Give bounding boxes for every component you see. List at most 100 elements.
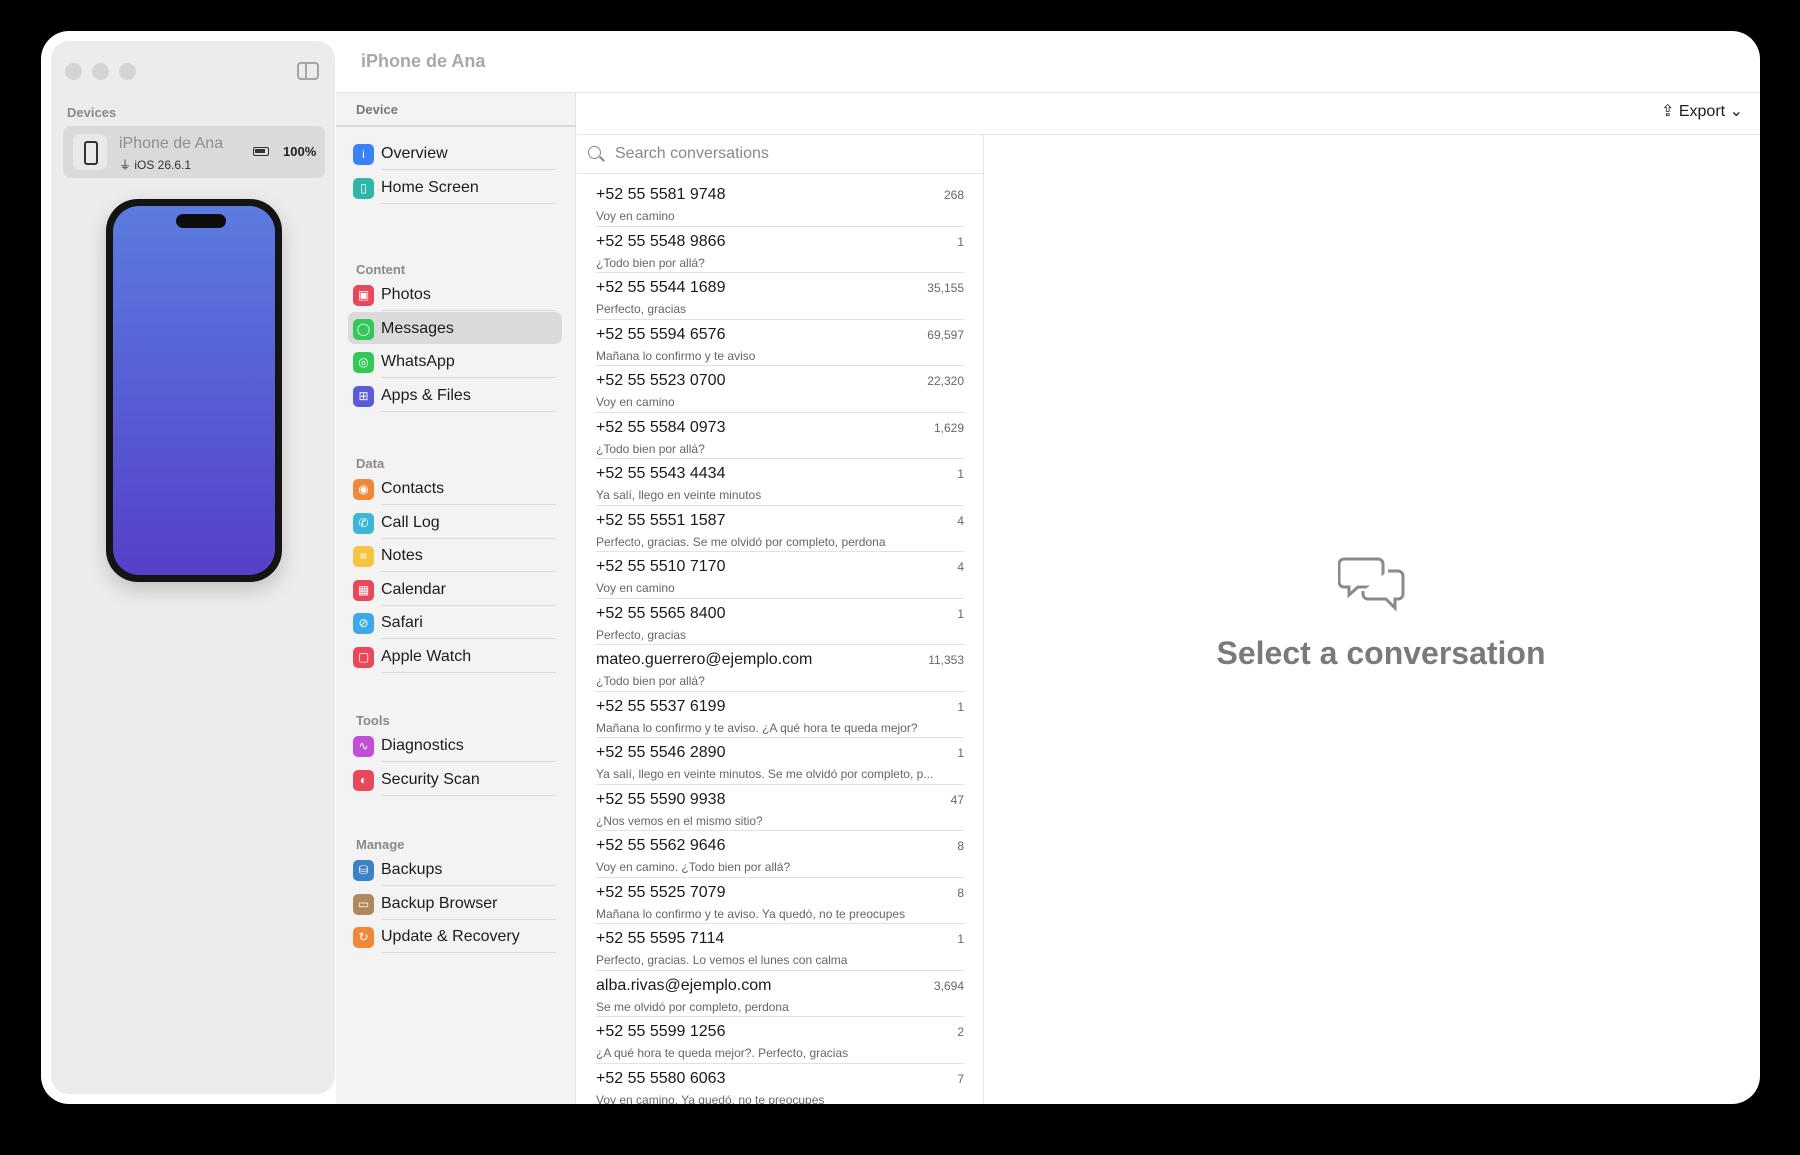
conversation-row[interactable]: +52 55 5548 9866 1 ¿Todo bien por allá? [596,227,964,273]
nav-item-photos[interactable]: ▣ Photos [348,278,562,311]
watch-icon: ▢ [353,646,374,668]
zoom-window-button[interactable] [119,63,136,80]
message-count: 8 [957,885,964,900]
nav-item-whatsapp[interactable]: ◎ WhatsApp [348,345,562,378]
notes-icon: ≡ [353,546,374,567]
nav-item-safari[interactable]: ⊘ Safari [348,606,562,639]
nav-item-apple-watch[interactable]: ▢ Apple Watch [348,640,562,673]
folder-icon: ▭ [353,893,374,915]
feature-nav: Device i Overview ▯ Home Screen Content ▣ Phot… [336,93,576,1104]
conversation-row[interactable]: +52 55 5594 6576 69,597 Mañana lo confirmo… [596,320,964,366]
export-button[interactable]: ⇪ Export ⌄ [1661,101,1743,121]
conversation-row[interactable]: alba.rivas@ejemplo.com 3,694 Se me olvidó … [596,971,964,1017]
call-icon: ✆ [353,512,374,534]
nav-item-label: Photos [381,286,431,303]
nav-item-update-recovery[interactable]: ↻ Update & Recovery [348,920,562,953]
devices-heading: Devices [67,105,117,120]
nav-item-contacts[interactable]: ◉ Contacts [348,472,562,505]
device-screen [113,206,275,575]
conversation-row[interactable]: mateo.guerrero@ejemplo.com 11,353 ¿Todo bi… [596,645,964,692]
nav-separator [381,761,556,762]
nav-item-label: Home Screen [381,178,479,196]
dynamic-island [176,214,226,228]
conversation-name: +52 55 5599 1256 [596,1023,726,1040]
nav-item-label: Messages [381,319,454,337]
conversation-name: +52 55 5544 1689 [596,279,726,296]
share-icon: ⇪ [1661,103,1675,120]
conversation-preview: Perfecto, gracias [596,627,687,642]
conversation-row[interactable]: +52 55 5546 2890 1 Ya salí, llego en veint… [596,738,964,785]
conversation-row[interactable]: +52 55 5544 1689 35,155 Perfecto, gracias [596,273,964,320]
conversation-name: +52 55 5584 0973 [596,418,726,436]
minimize-window-button[interactable] [92,63,109,80]
conversation-row[interactable]: +52 55 5584 0973 1,629 ¿Todo bien por allá… [596,413,964,459]
message-count: 11,353 [928,653,964,667]
nav-item-apps-files[interactable]: ⊞ Apps & Files [348,379,562,412]
conversation-row[interactable]: +52 55 5580 6063 7 Voy en camino. Ya quedó… [596,1064,964,1105]
nav-separator [381,571,556,572]
conversation-name: +52 55 5546 2890 [596,744,726,761]
search-bar[interactable]: Search conversations [577,134,983,174]
message-count: 3,694 [933,978,964,993]
nav-separator [381,671,556,673]
conversation-row[interactable]: +52 55 5590 9938 47 ¿Nos vemos en el mismo… [596,785,964,831]
nav-item-label: Overview [381,145,448,162]
conversation-row[interactable]: +52 55 5543 4434 1 Ya salí, llego en veint… [596,459,964,506]
nav-separator [381,410,556,412]
nav-item-overview[interactable]: i Overview [348,137,562,170]
nav-item-security-scan[interactable]: ◐ Security Scan [348,763,562,796]
conversation-row[interactable]: +52 55 5562 9646 8 Voy en camino. ¿Todo bi… [596,831,964,878]
backup-icon: ⛁ [353,860,374,881]
conversation-name: +52 55 5551 1587 [596,511,726,529]
nav-item-notes[interactable]: ≡ Notes [348,539,562,572]
conversation-row[interactable]: +52 55 5551 1587 4 Perfecto, gracias. Se m… [596,506,964,552]
device-card[interactable]: iPhone de Ana ⏚ iOS 26.6.1 100% [63,126,325,178]
conversation-row[interactable]: +52 55 5537 6199 1 Mañana lo confirmo y te… [596,692,964,738]
conversation-name: +52 55 5548 9866 [596,232,726,250]
phone-icon: ▯ [353,177,374,199]
chat-bubbles-icon [1338,557,1405,612]
close-window-button[interactable] [65,63,82,80]
conversation-row[interactable]: +52 55 5523 0700 22,320 Voy en camino [596,366,964,413]
conversation-name: +52 55 5543 4434 [596,465,726,482]
nav-item-label: Notes [381,547,423,564]
conversation-row[interactable]: +52 55 5565 8400 1 Perfecto, gracias [596,599,964,645]
nav-separator [381,504,556,505]
conversation-row[interactable]: +52 55 5595 7114 1 Perfecto, gracias. Lo v… [596,924,964,971]
devices-sidebar: Devices iPhone de Ana ⏚ iOS 26.6.1 100% [51,41,335,1094]
sidebar-toggle-icon[interactable] [297,62,319,80]
nav-item-label: Contacts [381,480,445,497]
nav-item-label: Apple Watch [381,647,472,665]
message-count: 4 [957,560,964,574]
conversation-preview: Perfecto, gracias. Lo vemos el lunes con… [596,953,848,967]
conversation-row[interactable]: +52 55 5525 7079 8 Mañana lo confirmo y te… [596,878,964,924]
nav-separator [381,794,556,796]
conversation-preview: Mañana lo confirmo y te aviso [596,348,756,363]
empty-state-title: Select a conversation [1216,635,1546,671]
conversation-row[interactable]: +52 55 5581 9748 268 Voy en camino [596,180,964,227]
nav-item-home-screen[interactable]: ▯ Home Screen [348,171,562,204]
whatsapp-icon: ◎ [353,352,374,373]
apps-icon: ⊞ [353,385,374,407]
message-count: 1 [957,234,964,249]
search-input[interactable]: Search conversations [615,145,769,163]
conversation-name: mateo.guerrero@ejemplo.com [596,651,813,668]
nav-item-messages[interactable]: ◯ Messages [348,311,562,344]
window-title: iPhone de Ana [361,51,486,71]
nav-item-call-log[interactable]: ✆ Call Log [348,506,562,539]
conversation-row[interactable]: +52 55 5510 7170 4 Voy en camino [596,552,964,599]
nav-manage-heading: Manage [356,837,405,852]
battery-percentage: 100% [283,144,317,159]
nav-separator [381,202,556,204]
app-window: Devices iPhone de Ana ⏚ iOS 26.6.1 100% … [41,31,1760,1104]
conversation-preview: Perfecto, gracias [596,302,687,316]
nav-item-backups[interactable]: ⛁ Backups [348,853,562,886]
nav-item-backup-browser[interactable]: ▭ Backup Browser [348,887,562,920]
conversation-name: +52 55 5525 7079 [596,883,726,901]
nav-item-calendar[interactable]: ▦ Calendar [348,573,562,606]
nav-item-diagnostics[interactable]: ∿ Diagnostics [348,729,562,762]
nav-separator [381,885,556,886]
message-count: 22,320 [927,374,964,388]
message-count: 2 [957,1025,964,1039]
conversation-row[interactable]: +52 55 5599 1256 2 ¿A qué hora te queda me… [596,1017,964,1064]
